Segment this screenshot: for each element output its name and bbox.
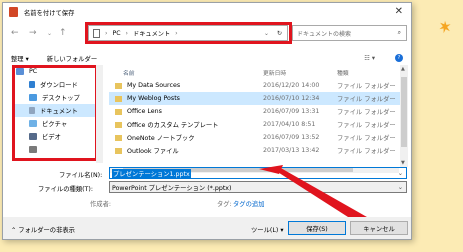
hide-folders-label: フォルダーの非表示 bbox=[18, 227, 75, 234]
footer-bar: ⌃ フォルダーの非表示 ツール(L) ▾ 保存(S) キャンセル bbox=[3, 217, 411, 239]
chevron-up-icon: ⌃ bbox=[11, 227, 17, 234]
annotation-arrow bbox=[259, 165, 381, 233]
dropdown-icon: ▾ bbox=[280, 227, 284, 234]
leaf-decoration-icon bbox=[439, 20, 451, 34]
save-as-dialog: 名前を付けて保存 ✕ ← → ⌄ ↑ › PC › ドキュメント › ⌄ ↻ ド… bbox=[2, 2, 412, 240]
tools-menu[interactable]: ツール(L) ▾ bbox=[251, 225, 284, 234]
hide-folders-toggle[interactable]: ⌃ フォルダーの非表示 bbox=[11, 225, 75, 234]
cancel-button[interactable]: キャンセル bbox=[350, 221, 408, 235]
save-button[interactable]: 保存(S) bbox=[288, 221, 346, 235]
tools-label: ツール(L) bbox=[251, 227, 279, 234]
